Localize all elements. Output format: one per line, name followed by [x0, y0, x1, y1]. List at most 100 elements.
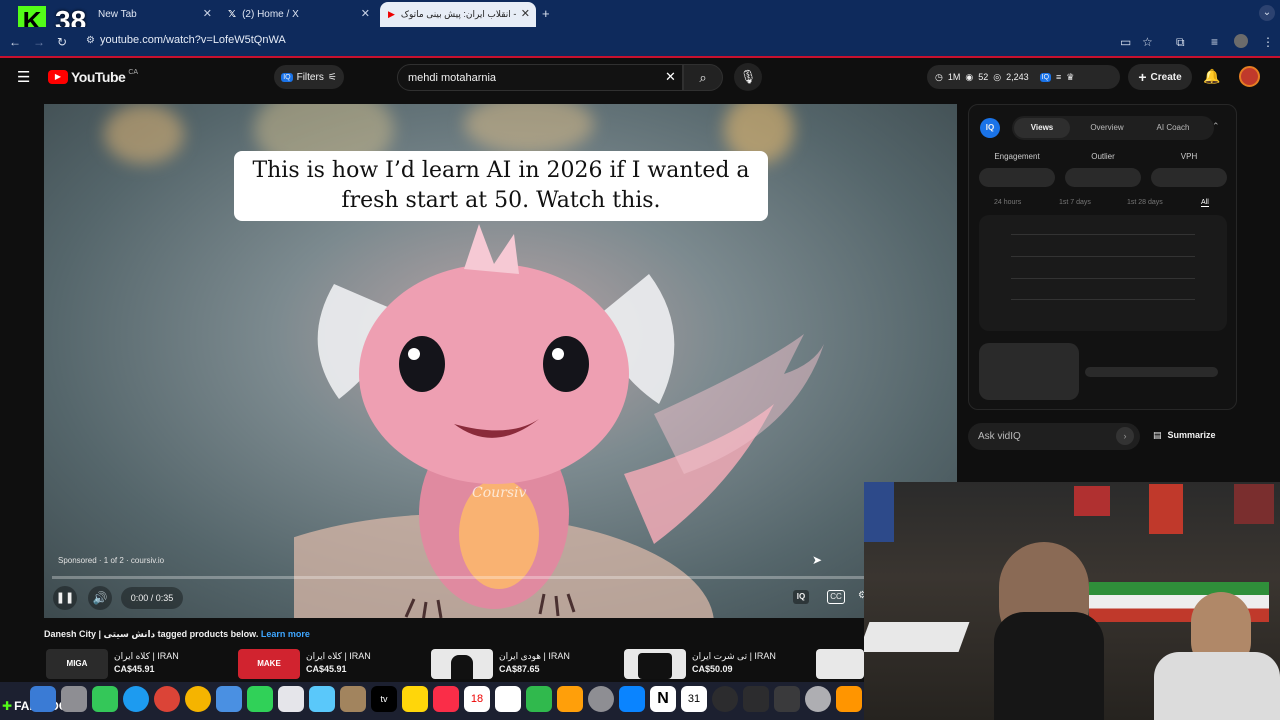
close-icon[interactable]: ✕	[361, 7, 370, 20]
search-input[interactable]: mehdi motaharnia	[397, 64, 683, 91]
new-tab-button[interactable]: +	[542, 6, 550, 21]
summarize-button[interactable]: ▤ Summarize	[1153, 430, 1216, 441]
sliders-icon: ⚟	[327, 71, 337, 83]
music-icon[interactable]	[433, 686, 459, 712]
bokeh-light	[464, 104, 594, 154]
vidiq-player-icon[interactable]: IQ	[793, 590, 809, 604]
news-icon[interactable]	[495, 686, 521, 712]
product-thumbnail: MAKE	[238, 649, 300, 679]
youtube-header: ☰ ▶ YouTube CA IQ Filters ⚟ mehdi motaha…	[0, 60, 1280, 94]
tab-views[interactable]: Views	[1014, 118, 1070, 138]
search-button[interactable]: ⌕	[683, 64, 723, 91]
chart-gridline	[1011, 299, 1195, 300]
learn-more-link[interactable]: Learn more	[261, 629, 310, 639]
reload-icon[interactable]: ↻	[57, 35, 67, 49]
close-icon[interactable]: ✕	[521, 7, 530, 20]
notes-folder-icon[interactable]	[340, 686, 366, 712]
product-thumbnail-partial[interactable]	[816, 649, 864, 679]
hamburger-menu-icon[interactable]: ☰	[17, 68, 30, 86]
chrome-icon[interactable]	[154, 686, 180, 712]
close-icon[interactable]: ✕	[203, 7, 212, 20]
site-info-icon[interactable]: ⚙	[86, 35, 95, 46]
audio-app-icon[interactable]	[712, 686, 738, 712]
launchpad-icon[interactable]	[61, 686, 87, 712]
more-menu-icon[interactable]: ⋮	[1262, 35, 1274, 49]
pause-button[interactable]: ❚❚	[53, 586, 77, 610]
calendar-icon[interactable]: 18	[464, 686, 490, 712]
app-store-icon[interactable]	[619, 686, 645, 712]
back-icon[interactable]: ←	[9, 35, 21, 49]
system-settings-icon[interactable]	[588, 686, 614, 712]
bookmark-star-icon[interactable]: ☆	[1142, 35, 1153, 49]
pages-icon[interactable]	[557, 686, 583, 712]
notion-calendar-icon[interactable]: 31	[681, 686, 707, 712]
obs-icon[interactable]	[774, 686, 800, 712]
send-arrow-icon[interactable]: ›	[1116, 427, 1134, 445]
utility-app-icon[interactable]	[805, 686, 831, 712]
extensions-icon[interactable]: ⧉	[1176, 35, 1185, 50]
eye-icon: ◎	[993, 71, 1002, 82]
fl-studio-icon[interactable]	[836, 686, 862, 712]
voice-search-button[interactable]: 🎙	[734, 63, 762, 91]
account-avatar[interactable]	[1239, 66, 1260, 87]
apple-tv-icon[interactable]: tv	[371, 686, 397, 712]
tab-search-icon[interactable]: ⌄	[1259, 5, 1275, 21]
cast-icon[interactable]: ▭	[1120, 35, 1131, 49]
numbers-icon[interactable]	[526, 686, 552, 712]
products-header-text: tagged products below.	[157, 629, 259, 639]
metric-skeleton	[979, 168, 1055, 187]
tab-overview[interactable]: Overview	[1079, 118, 1135, 138]
reading-list-icon[interactable]: ≡	[1211, 35, 1218, 49]
product-card[interactable]: MAKE کلاه ایران | IRAN CA$45.91	[238, 649, 428, 679]
youtube-favicon-icon: ▶	[388, 9, 395, 19]
photos-icon[interactable]	[185, 686, 211, 712]
youtube-play-icon: ▶	[48, 70, 68, 84]
youtube-logo[interactable]: ▶ YouTube CA	[48, 69, 138, 85]
tab-x-home[interactable]: 𝕏 (2) Home / X ✕	[220, 2, 376, 27]
range-7d[interactable]: 1st 7 days	[1059, 199, 1091, 206]
notes-icon[interactable]	[402, 686, 428, 712]
url-field[interactable]: youtube.com/watch?v=LofeW5tQnWA	[100, 34, 286, 46]
video-player[interactable]: Coursiv This is how I’d learn AI in 2026…	[44, 104, 957, 618]
sponsored-label[interactable]: Sponsored · 1 of 2 · coursiv.io	[58, 556, 164, 565]
tab-youtube-video[interactable]: ▶ انقلاب ایران: پیش بینی ماتوک - ✕	[380, 2, 536, 27]
vidiq-stats-bar[interactable]: ◷ 1M ◉ 52 ◎ 2,243 IQ ≡ ♛	[927, 65, 1120, 89]
progress-bar[interactable]	[52, 576, 957, 579]
volume-button[interactable]: 🔊	[88, 586, 112, 610]
profile-avatar[interactable]	[1234, 34, 1248, 48]
finder-icon[interactable]	[30, 686, 56, 712]
mixer-app-icon[interactable]	[743, 686, 769, 712]
safari-icon[interactable]	[123, 686, 149, 712]
collapse-chevron-icon[interactable]: ⌃	[1212, 121, 1220, 132]
clear-search-icon[interactable]: ✕	[665, 69, 676, 85]
create-button[interactable]: + Create	[1128, 64, 1192, 90]
mail-icon[interactable]	[216, 686, 242, 712]
notifications-bell-icon[interactable]: 🔔	[1203, 68, 1220, 85]
app-icon[interactable]	[92, 686, 118, 712]
range-28d[interactable]: 1st 28 days	[1127, 199, 1163, 206]
forward-icon[interactable]: →	[33, 35, 45, 49]
product-price: CA$87.65	[499, 664, 540, 674]
chart-gridline	[1011, 256, 1195, 257]
vidiq-filters-button[interactable]: IQ Filters ⚟	[274, 65, 344, 89]
product-card[interactable]: تی شرت ایران | IRAN CA$50.09	[624, 649, 814, 679]
chart-gridline	[1011, 278, 1195, 279]
volume-icon: 🔊	[92, 591, 108, 605]
guitar-graphic	[864, 482, 894, 542]
tab-ai-coach[interactable]: AI Coach	[1143, 118, 1203, 138]
range-24h[interactable]: 24 hours	[994, 199, 1021, 206]
vidiq-logo-icon: IQ	[980, 118, 1000, 138]
product-card[interactable]: MIGA کلاه ایران | IRAN CA$45.91	[46, 649, 236, 679]
tab-label: New Tab	[98, 9, 137, 20]
range-all[interactable]: All	[1201, 199, 1209, 207]
product-card[interactable]: هودی ایران | IRAN CA$87.65	[431, 649, 621, 679]
youtube-wordmark: YouTube	[71, 69, 126, 85]
reminders-icon[interactable]	[278, 686, 304, 712]
captions-button[interactable]: CC	[827, 590, 845, 604]
channel-name[interactable]: Danesh City | دانش سیتی	[44, 629, 155, 639]
notion-icon[interactable]: N	[650, 686, 676, 712]
messages-icon[interactable]	[247, 686, 273, 712]
metric-skeleton	[1065, 168, 1141, 187]
freeform-icon[interactable]	[309, 686, 335, 712]
ask-vidiq-input[interactable]: Ask vidIQ ›	[968, 423, 1140, 450]
